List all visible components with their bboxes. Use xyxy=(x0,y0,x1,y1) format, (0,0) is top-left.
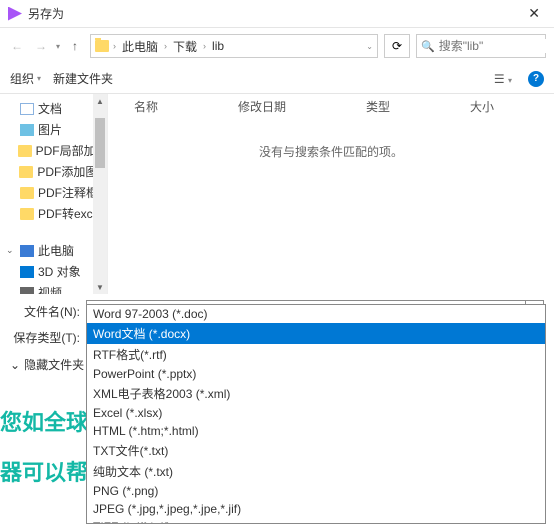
filetype-option[interactable]: PNG (*.png) xyxy=(87,482,545,500)
column-size[interactable]: 大小 xyxy=(470,98,494,115)
empty-message: 没有与搜索条件匹配的项。 xyxy=(108,143,554,160)
refresh-button[interactable]: ⟳ xyxy=(384,34,410,58)
forward-button[interactable]: → xyxy=(32,37,50,55)
tree-item[interactable]: 图片 xyxy=(4,119,107,140)
scroll-up-icon[interactable]: ▲ xyxy=(93,94,107,108)
folder-icon xyxy=(19,166,33,178)
tree-item[interactable]: 文档 xyxy=(4,98,107,119)
chevron-right-icon: › xyxy=(203,41,206,51)
pc-icon xyxy=(20,245,34,257)
tree-item[interactable] xyxy=(4,224,107,240)
column-name[interactable]: 名称 xyxy=(134,98,158,115)
filetype-option[interactable]: 纯助文本 (*.txt) xyxy=(87,461,545,482)
filetype-option[interactable]: TIFF (*.tiff,*.tif) xyxy=(87,518,545,524)
filetype-option[interactable]: Word文档 (*.docx) xyxy=(87,323,545,344)
up-button[interactable]: ↑ xyxy=(66,37,84,55)
tree-item-label: PDF注释框 xyxy=(38,184,98,201)
breadcrumb[interactable]: 此电脑 xyxy=(120,38,160,55)
folder-tree: 文档图片 PDF局部加密、FPDF添加图片 PDF注释框 PDF转excel ⌄此电脑 3… xyxy=(0,94,108,294)
doc-icon xyxy=(20,103,34,115)
filetype-option[interactable]: RTF格式(*.rtf) xyxy=(87,344,545,365)
tree-item[interactable]: PDF局部加密、F xyxy=(4,140,107,161)
new-folder-button[interactable]: 新建文件夹 xyxy=(53,70,113,87)
vid-icon xyxy=(20,287,34,295)
address-dropdown-icon[interactable]: ⌄ xyxy=(366,42,373,51)
close-button[interactable]: ✕ xyxy=(522,3,546,24)
filetype-option[interactable]: Excel (*.xlsx) xyxy=(87,404,545,422)
folder-icon xyxy=(20,208,34,220)
chevron-right-icon: › xyxy=(113,41,116,51)
search-icon: 🔍 xyxy=(421,40,435,53)
filetype-option[interactable]: XML电子表格2003 (*.xml) xyxy=(87,383,545,404)
folder-icon xyxy=(18,145,32,157)
tree-item[interactable]: 3D 对象 xyxy=(4,261,107,282)
filename-label: 文件名(N): xyxy=(10,303,86,320)
tree-item-label: 图片 xyxy=(38,121,62,138)
file-list-pane: 名称 修改日期 类型 大小 没有与搜索条件匹配的项。 xyxy=(108,94,554,294)
chevron-down-icon: ⌄ xyxy=(10,358,20,372)
filetype-option[interactable]: JPEG (*.jpg,*.jpeg,*.jpe,*.jif) xyxy=(87,500,545,518)
blank-icon xyxy=(20,226,34,238)
column-type[interactable]: 类型 xyxy=(366,98,390,115)
pic-icon xyxy=(20,124,34,136)
back-button[interactable]: ← xyxy=(8,37,26,55)
folder-icon xyxy=(95,40,109,52)
breadcrumb[interactable]: 下载 xyxy=(171,38,199,55)
address-bar[interactable]: › 此电脑 › 下载 › lib ⌄ xyxy=(90,34,378,58)
history-dropdown-icon[interactable]: ▾ xyxy=(56,42,60,51)
scroll-thumb[interactable] xyxy=(95,118,105,168)
scroll-down-icon[interactable]: ▼ xyxy=(93,280,107,294)
3d-icon xyxy=(20,266,34,278)
hide-folders-toggle[interactable]: ⌄ 隐藏文件夹 xyxy=(10,356,84,373)
tree-item[interactable]: ⌄此电脑 xyxy=(4,240,107,261)
tree-item[interactable]: PDF注释框 xyxy=(4,182,107,203)
view-options-button[interactable]: ☰ ▾ xyxy=(490,70,516,88)
filetype-option[interactable]: HTML (*.htm;*.html) xyxy=(87,422,545,440)
filetype-option[interactable]: PowerPoint (*.pptx) xyxy=(87,365,545,383)
tree-item[interactable]: 视频 xyxy=(4,282,107,294)
help-button[interactable]: ? xyxy=(528,71,544,87)
search-field[interactable] xyxy=(439,39,554,53)
filetype-dropdown-list[interactable]: Word 97-2003 (*.doc)Word文档 (*.docx)RTF格式… xyxy=(86,304,546,524)
app-logo-icon xyxy=(8,7,22,21)
organize-menu[interactable]: 组织▾ xyxy=(10,70,41,87)
filetype-option[interactable]: Word 97-2003 (*.doc) xyxy=(87,305,545,323)
filetype-option[interactable]: TXT文件(*.txt) xyxy=(87,440,545,461)
scrollbar-vertical[interactable]: ▲ ▼ xyxy=(93,94,107,294)
filetype-label: 保存类型(T): xyxy=(10,329,86,346)
background-text: 您如全球 xyxy=(0,405,88,437)
tree-item-label: 3D 对象 xyxy=(38,263,81,280)
tree-item-label: 此电脑 xyxy=(38,242,74,259)
tree-item-label: 视频 xyxy=(38,284,62,294)
tree-item-label: 文档 xyxy=(38,100,62,117)
breadcrumb[interactable]: lib xyxy=(210,39,226,53)
chevron-right-icon: › xyxy=(164,41,167,51)
column-modified[interactable]: 修改日期 xyxy=(238,98,286,115)
tree-item[interactable]: PDF转excel xyxy=(4,203,107,224)
window-title: 另存为 xyxy=(28,5,522,22)
tree-item[interactable]: PDF添加图片 xyxy=(4,161,107,182)
folder-icon xyxy=(20,187,34,199)
search-input[interactable]: 🔍 xyxy=(416,34,546,58)
